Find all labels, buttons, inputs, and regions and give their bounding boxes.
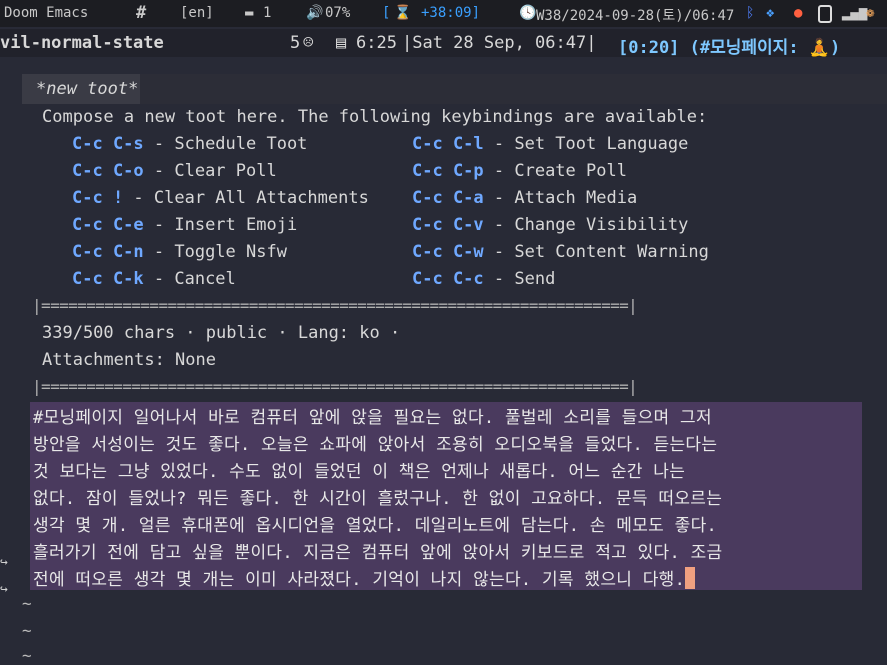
modeline: vil-normal-state 5 ☹ ▤ 6:25 |Sat 28 Sep,…	[0, 29, 887, 58]
toot-body[interactable]: #모닝페이지 일어나서 바로 컴퓨터 앞에 앉을 필요는 없다. 풀벌레 소리를…	[30, 402, 862, 590]
battery-tray-icon[interactable]	[818, 5, 832, 24]
battery-time: 6:25	[356, 33, 397, 53]
count-indicator: 5	[290, 33, 301, 53]
buffer-name-tab[interactable]: *new toot*	[22, 74, 140, 104]
binding-desc: - Send	[483, 269, 556, 289]
workspace-indicator[interactable]: #	[136, 3, 146, 23]
body-line: 없다. 잠이 들었나? 뭐든 좋다. 한 시간이 흘렀구나. 한 없이 고요하다…	[33, 489, 723, 509]
speaker-icon[interactable]: 🔊	[306, 5, 323, 21]
notification-count: 1	[263, 5, 272, 21]
body-line: 흘러가기 전에 담고 싶을 뿐이다. 지금은 컴퓨터 앞에 앉아서 키보드로 적…	[33, 543, 723, 563]
dropbox-icon[interactable]: ❖	[766, 5, 774, 21]
body-line: 생각 몇 개. 얼른 휴대폰에 옵시디언을 열었다. 데일리노트에 담는다. 손…	[33, 516, 718, 536]
binding-desc: - Create Poll	[483, 161, 627, 181]
attachments-line: Attachments: None	[42, 350, 216, 370]
window-title: Doom Emacs	[4, 5, 89, 21]
binding-row: C-c C-k - Cancel	[72, 269, 236, 289]
binding-desc: - Toggle Nsfw	[143, 242, 287, 262]
binding-desc: - Clear All Attachments	[123, 188, 369, 208]
modeline-date: |Sat 28 Sep, 06:47|	[402, 33, 597, 53]
fringe	[0, 57, 22, 663]
binding-row: C-c C-w - Set Content Warning	[412, 242, 709, 262]
evil-state: vil-normal-state	[0, 33, 164, 53]
hourglass-icon: ⌛	[394, 5, 412, 21]
status-line: 339/500 chars · public · Lang: ko ·	[42, 323, 401, 343]
empty-line-marker: ~	[22, 621, 32, 640]
comment-icon[interactable]: ▬	[245, 5, 253, 21]
binding-key[interactable]: C-c C-a	[412, 188, 484, 208]
battery-icon: ▤	[336, 33, 347, 53]
tray-app-icon[interactable]: ❁	[866, 5, 874, 21]
text-cursor	[685, 567, 696, 589]
binding-desc: - Change Visibility	[483, 215, 689, 235]
binding-desc: - Clear Poll	[143, 161, 277, 181]
timer[interactable]: +38:09]	[421, 5, 480, 21]
binding-desc: - Cancel	[143, 269, 236, 289]
empty-line-marker: ~	[22, 646, 32, 665]
buffer-name: *new toot*	[36, 79, 139, 99]
keyboard-layout[interactable]: [en]	[180, 5, 214, 21]
firefox-icon[interactable]: ●	[794, 5, 802, 21]
binding-desc: - Set Toot Language	[483, 134, 689, 154]
binding-row: C-c C-s - Schedule Toot	[72, 134, 307, 154]
binding-row: C-c C-e - Insert Emoji	[72, 215, 297, 235]
separator: |=======================================…	[32, 296, 638, 315]
system-bar: Doom Emacs # [en] ▬ 1 🔊 07% [ ⌛ +38:09] …	[0, 0, 887, 27]
binding-desc: - Set Content Warning	[483, 242, 709, 262]
binding-row: C-c C-n - Toggle Nsfw	[72, 242, 287, 262]
binding-key[interactable]: C-c C-c	[412, 269, 484, 289]
binding-row: C-c C-l - Set Toot Language	[412, 134, 688, 154]
empty-line-marker: ~	[22, 594, 32, 613]
volume-level: 07%	[325, 5, 351, 21]
binding-row: C-c C-a - Attach Media	[412, 188, 637, 208]
binding-row: C-c ! - Clear All Attachments	[72, 188, 369, 208]
face-icon: ☹	[303, 33, 314, 53]
signal-icon[interactable]: ▂▄▆	[842, 5, 867, 21]
datetime[interactable]: W38/2024-09-28(토)/06:47	[536, 5, 734, 25]
binding-desc: - Schedule Toot	[143, 134, 308, 154]
binding-key[interactable]: C-c C-s	[72, 134, 144, 154]
bluetooth-icon[interactable]: ᛒ	[746, 5, 754, 21]
body-line: 전에 떠오른 생각 몇 개는 이미 사라졌다. 기억이 나지 않는다. 기록 했…	[33, 570, 686, 590]
binding-row: C-c C-o - Clear Poll	[72, 161, 277, 181]
wrap-arrow-icon: ↪	[0, 582, 8, 597]
binding-key[interactable]: C-c C-v	[412, 215, 484, 235]
intro-text: Compose a new toot here. The following k…	[42, 107, 708, 127]
binding-row: C-c C-c - Send	[412, 269, 555, 289]
binding-key[interactable]: C-c !	[72, 188, 123, 208]
binding-key[interactable]: C-c C-p	[412, 161, 484, 181]
body-line: #모닝페이지 일어나서 바로 컴퓨터 앞에 앉을 필요는 없다. 풀벌레 소리를…	[33, 408, 712, 428]
body-line: 것 보다는 그냥 있었다. 수도 없이 들었던 이 책은 언제나 새롭다. 어느…	[33, 462, 686, 482]
timer-open-bracket: [	[382, 5, 391, 21]
body-line: 방안을 서성이는 것도 좋다. 오늘은 쇼파에 앉아서 조용히 오디오북을 들었…	[33, 435, 718, 455]
body-line-last: 전에 떠오른 생각 몇 개는 이미 사라졌다. 기억이 나지 않는다. 기록 했…	[33, 565, 696, 590]
header-line	[140, 74, 887, 104]
binding-desc: - Attach Media	[483, 188, 638, 208]
binding-key[interactable]: C-c C-e	[72, 215, 144, 235]
binding-key[interactable]: C-c C-k	[72, 269, 144, 289]
clock-icon: 🕓	[519, 5, 537, 21]
binding-desc: - Insert Emoji	[143, 215, 298, 235]
clocked-task[interactable]: [0:20] (#모닝페이지: 🧘)	[618, 33, 840, 58]
binding-row: C-c C-p - Create Poll	[412, 161, 627, 181]
binding-key[interactable]: C-c C-n	[72, 242, 144, 262]
binding-key[interactable]: C-c C-w	[412, 242, 484, 262]
binding-row: C-c C-v - Change Visibility	[412, 215, 688, 235]
wrap-arrow-icon: ↪	[0, 555, 8, 570]
binding-key[interactable]: C-c C-o	[72, 161, 144, 181]
binding-key[interactable]: C-c C-l	[412, 134, 484, 154]
separator: |=======================================…	[32, 377, 638, 396]
